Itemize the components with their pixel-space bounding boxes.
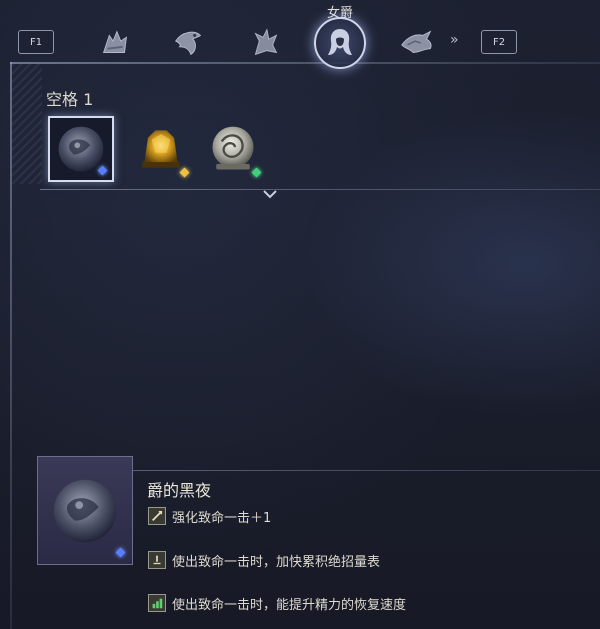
warrior-icon[interactable] [94,22,136,64]
effect-row-2: 使出致命一击时，加快累积绝招量表 [148,550,380,570]
golden-relic-icon [142,130,180,168]
character-tab-bar: F1 女爵 » F2 [0,0,600,69]
attack-effect-icon [148,507,166,525]
slot-divider [40,189,600,190]
effect-text-2: 使出致命一击时，加快累积绝招量表 [172,554,381,570]
slot-label: 空格 1 [46,90,94,109]
effect-row-1: 强化致命一击＋1 [148,506,271,526]
effect-text-1: 强化致命一击＋1 [172,510,272,526]
dragon-relic-icon [212,126,254,170]
effect-row-3: 使出致命一击时，能提升精力的恢复速度 [148,593,406,613]
frame-pattern [12,64,42,184]
beast-icon[interactable] [244,22,286,64]
dark-orb-relic-icon [53,479,117,542]
more-tabs-icon[interactable]: » [450,32,459,48]
relic-name: 爵的黑夜 [147,481,212,500]
relic-slot-item-2[interactable] [128,116,194,182]
stamina-effect-icon [148,594,166,612]
eagle-icon[interactable] [168,22,210,64]
next-tab-key-button[interactable]: F2 [481,30,517,54]
wolf-icon[interactable] [396,22,438,64]
relic-slot-item-3[interactable] [200,116,266,182]
detail-relic-image [37,456,133,565]
gauge-effect-icon [148,551,166,569]
prev-tab-key-button[interactable]: F1 [18,30,54,54]
duchess-icon[interactable] [314,17,366,69]
effect-text-3: 使出致命一击时，能提升精力的恢复速度 [172,597,407,613]
panel-left-border [10,62,12,629]
relic-slot-item-1[interactable] [48,116,114,182]
chevron-down-icon[interactable] [262,188,278,200]
